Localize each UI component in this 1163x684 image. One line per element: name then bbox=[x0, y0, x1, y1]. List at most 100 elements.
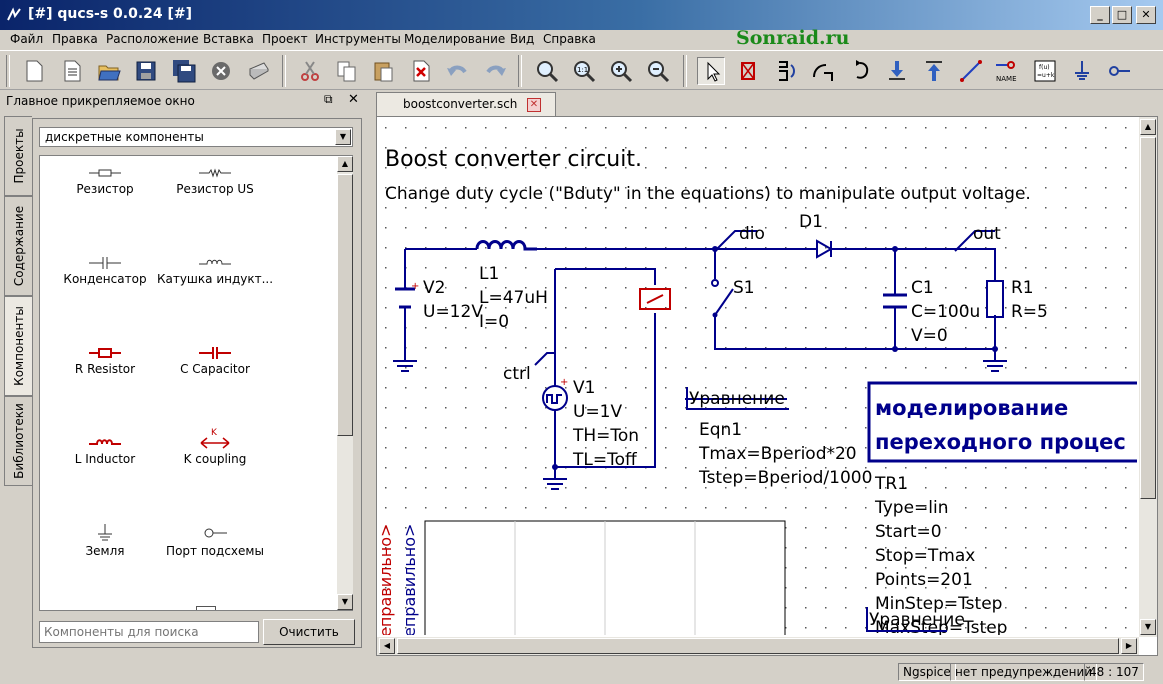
component-resistor-us[interactable]: Резистор US bbox=[150, 164, 280, 196]
label-l1: L1 bbox=[479, 264, 499, 284]
label-v2-voltage: U=12V bbox=[423, 302, 483, 322]
component-search-input[interactable] bbox=[39, 621, 259, 643]
r-resistor-icon bbox=[89, 348, 121, 358]
tab-projects[interactable]: Проекты bbox=[4, 116, 32, 196]
equation2-title: Уравнение bbox=[869, 610, 965, 630]
equation-tstep: Tstep=Bperiod/1000 bbox=[698, 468, 872, 488]
delete-icon[interactable] bbox=[407, 57, 435, 85]
label-c1-voltage: V=0 bbox=[911, 326, 948, 346]
label-s1: S1 bbox=[733, 278, 755, 298]
component-k-coupling[interactable]: K K coupling bbox=[150, 426, 280, 466]
diagram-box[interactable]: еправильно> еправильно> bbox=[377, 520, 786, 635]
status-warnings: нет предупреждений bbox=[950, 663, 1098, 681]
canvas-vertical-scrollbar[interactable]: ▲ ▼ bbox=[1139, 117, 1157, 637]
scroll-down-icon[interactable]: ▼ bbox=[337, 594, 353, 610]
label-v1: V1 bbox=[573, 378, 595, 398]
port-icon[interactable] bbox=[1105, 57, 1133, 85]
component-subcircuit-port[interactable]: Порт подсхемы bbox=[150, 522, 280, 558]
zoom-1to1-icon[interactable]: 1:1 bbox=[570, 57, 598, 85]
minimize-button[interactable]: _ bbox=[1090, 6, 1110, 24]
undo-icon[interactable] bbox=[444, 57, 472, 85]
equation-title: Уравнение bbox=[689, 389, 785, 409]
sim-title-line1: моделирование bbox=[875, 396, 1068, 420]
menu-file[interactable]: Файл bbox=[10, 32, 43, 46]
dock-float-icon[interactable]: ⧉ bbox=[324, 92, 333, 107]
menu-view[interactable]: Вид bbox=[510, 32, 534, 46]
print-icon[interactable] bbox=[244, 57, 272, 85]
tab-components[interactable]: Компоненты bbox=[4, 296, 32, 396]
tab-libraries[interactable]: Библиотеки bbox=[4, 396, 32, 486]
scroll-up-icon[interactable]: ▲ bbox=[337, 156, 353, 172]
label-dio: dio bbox=[739, 224, 765, 244]
equation-icon[interactable]: f(u) =u+k bbox=[1031, 57, 1059, 85]
label-r1-resistance: R=5 bbox=[1011, 302, 1048, 322]
scroll-up-icon[interactable]: ▲ bbox=[1140, 119, 1156, 135]
mirror-y-icon[interactable] bbox=[808, 57, 836, 85]
wire-icon[interactable] bbox=[957, 57, 985, 85]
zoom-fit-icon[interactable] bbox=[533, 57, 561, 85]
schematic-view[interactable]: Boost converter circuit. Change duty cyc… bbox=[376, 116, 1158, 656]
label-l1-current: I=0 bbox=[479, 312, 509, 332]
equation-block-2[interactable]: Уравнение bbox=[866, 607, 965, 632]
menu-edit[interactable]: Правка bbox=[52, 32, 98, 46]
component-inductor[interactable]: Катушка индукт... bbox=[150, 254, 280, 286]
new-file-icon[interactable] bbox=[20, 57, 48, 85]
close-doc-icon[interactable] bbox=[207, 57, 235, 85]
exit-subcircuit-icon[interactable] bbox=[920, 57, 948, 85]
zoom-in-icon[interactable] bbox=[607, 57, 635, 85]
diagram-axis-blue: еправильно> bbox=[400, 524, 419, 635]
diagram-axis-red: еправильно> bbox=[377, 524, 395, 635]
mirror-x-icon[interactable] bbox=[771, 57, 799, 85]
scroll-right-icon[interactable]: ▶ bbox=[1121, 638, 1137, 654]
title-bar: [#] qucs-s 0.0.24 [#] _ □ ✕ bbox=[0, 0, 1163, 30]
sim-type: Type=lin bbox=[874, 498, 949, 518]
scroll-thumb[interactable] bbox=[1140, 137, 1156, 499]
open-icon[interactable] bbox=[95, 57, 123, 85]
tab-close-icon[interactable]: ✕ bbox=[527, 98, 541, 112]
component-c-capacitor[interactable]: C Capacitor bbox=[150, 344, 280, 376]
component-list-scrollbar[interactable]: ▲ ▼ bbox=[337, 156, 353, 610]
scroll-down-icon[interactable]: ▼ bbox=[1140, 619, 1156, 635]
ground-icon[interactable] bbox=[1068, 57, 1096, 85]
enter-subcircuit-icon[interactable] bbox=[883, 57, 911, 85]
cut-icon[interactable] bbox=[296, 57, 324, 85]
wire-label-text: NAME bbox=[996, 75, 1017, 83]
scroll-thumb[interactable] bbox=[337, 174, 353, 436]
menu-project[interactable]: Проект bbox=[262, 32, 308, 46]
maximize-button[interactable]: □ bbox=[1112, 6, 1132, 24]
category-select[interactable]: дискретные компоненты ▼ bbox=[39, 127, 353, 147]
chevron-down-icon[interactable]: ▼ bbox=[335, 129, 351, 145]
menu-simulation[interactable]: Моделирование bbox=[404, 32, 505, 46]
canvas-horizontal-scrollbar[interactable]: ◀ ▶ bbox=[377, 637, 1139, 655]
scroll-thumb[interactable] bbox=[397, 638, 1119, 654]
dock-close-icon[interactable]: ✕ bbox=[348, 92, 359, 107]
ground-icon bbox=[98, 524, 112, 541]
menu-placement[interactable]: Расположение bbox=[106, 32, 199, 46]
save-all-icon[interactable] bbox=[170, 57, 198, 85]
k-coupling-icon: K bbox=[200, 428, 230, 449]
paste-icon[interactable] bbox=[370, 57, 398, 85]
scroll-left-icon[interactable]: ◀ bbox=[379, 638, 395, 654]
wire-label-icon[interactable]: NAME bbox=[994, 57, 1022, 85]
schematic-canvas[interactable]: Boost converter circuit. Change duty cyc… bbox=[377, 117, 1137, 635]
menu-insert[interactable]: Вставка bbox=[203, 32, 254, 46]
redo-icon[interactable] bbox=[481, 57, 509, 85]
component-list: Резистор Резистор US Конденсатор Катушка… bbox=[39, 155, 353, 611]
zoom-out-icon[interactable] bbox=[644, 57, 672, 85]
menu-tools[interactable]: Инструменты bbox=[315, 32, 401, 46]
l-inductor-icon bbox=[89, 439, 121, 445]
tab-label: boostconverter.sch bbox=[403, 97, 518, 111]
deactivate-icon[interactable] bbox=[734, 57, 762, 85]
rotate-icon[interactable] bbox=[846, 57, 874, 85]
copy-icon[interactable] bbox=[333, 57, 361, 85]
menu-help[interactable]: Справка bbox=[543, 32, 596, 46]
clear-button[interactable]: Очистить bbox=[263, 619, 355, 645]
select-icon[interactable] bbox=[697, 57, 725, 85]
close-button[interactable]: ✕ bbox=[1136, 6, 1156, 24]
tab-boostconverter[interactable]: boostconverter.sch ✕ bbox=[376, 92, 556, 116]
tab-contents[interactable]: Содержание bbox=[4, 196, 32, 296]
save-icon[interactable] bbox=[132, 57, 160, 85]
menu-bar: Файл Правка Расположение Вставка Проект … bbox=[0, 30, 1163, 50]
resistor-us-icon bbox=[199, 168, 231, 178]
new-text-icon[interactable] bbox=[58, 57, 86, 85]
